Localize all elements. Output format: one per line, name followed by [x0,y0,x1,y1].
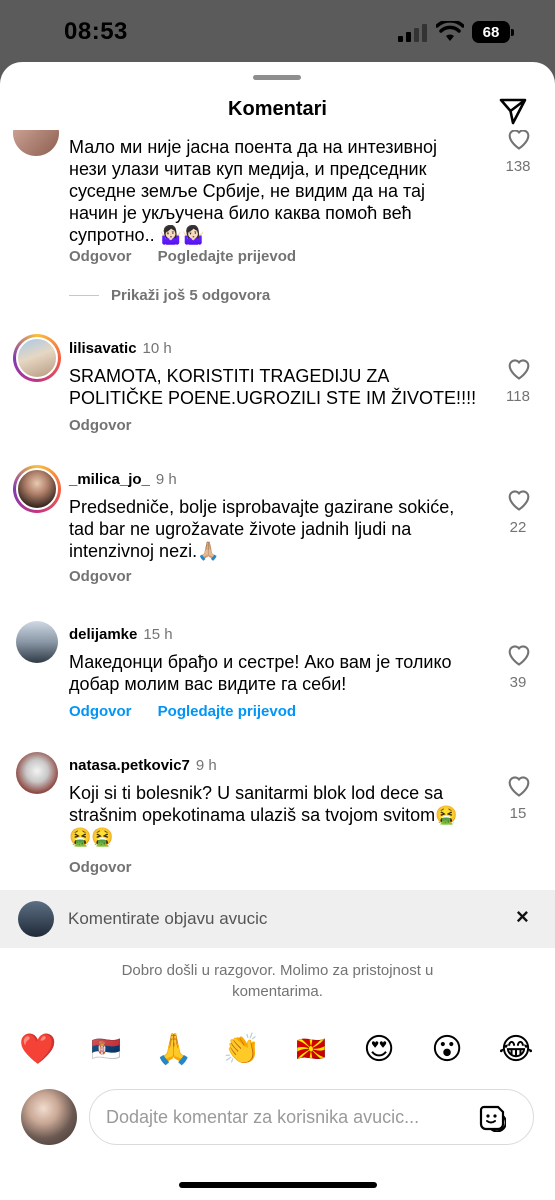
comment-avatar-story-ring[interactable] [13,334,61,382]
emoji-flag-serbia[interactable]: 🇷🇸 [86,1030,126,1070]
emoji-clapping[interactable]: 👏 [222,1030,262,1070]
comment-time: 10 h [142,340,172,357]
sheet-grab-handle[interactable] [253,75,301,80]
replying-to-text: Komentirate objavu avucic [68,909,268,928]
sticker-icon[interactable] [478,1104,506,1132]
comment-text: Македонци брађо и сестре! Ако вам је тол… [69,652,452,694]
comments-sheet: Komentari Мало ми није јасна поента да н… [0,62,555,1200]
like-count: 118 [506,388,530,405]
like-count: 15 [509,805,527,822]
like-count: 22 [509,519,527,536]
share-send-icon[interactable] [498,96,528,126]
comment-avatar[interactable] [13,130,59,156]
emoji-heart[interactable]: ❤️ [18,1030,58,1070]
comment-item: delijamke 15 h Македонци брађо и сестре! … [0,618,555,728]
reply-button[interactable]: Odgovor [69,859,132,876]
translate-button[interactable]: Pogledajte prijevod [158,703,296,720]
quick-emoji-bar: ❤️ 🇷🇸 🙏 👏 🇲🇰 😍 😮 😂 [0,1030,555,1070]
comment-username[interactable]: _milica_jo_ 9 h [69,471,177,488]
comment-avatar[interactable] [16,621,58,663]
comment-time: 9 h [155,471,177,488]
comment-item: natasa.petkovic7 9 h Koji si ti bolesnik?… [0,749,555,889]
emoji-surprised[interactable]: 😮 [427,1030,467,1070]
cellular-signal-icon [398,24,427,42]
reply-button[interactable]: Odgovor [69,568,132,585]
comment-text: Koji si ti bolesnik? U sanitarmi blok lo… [69,783,458,847]
sheet-title: Komentari [228,98,327,120]
welcome-notice: Dobro došli u razgovor. Molimo za pristo… [121,962,434,1000]
translate-button[interactable]: Pogledajte prijevod [158,248,296,265]
comment-avatar-story-ring[interactable] [13,465,61,513]
comment-input-box[interactable] [89,1089,534,1145]
status-bar: 08:53 68 [0,0,555,65]
comment-time: 9 h [195,757,217,774]
like-heart-icon[interactable] [505,640,533,668]
comment-item: _milica_jo_ 9 h Predsedniče, bolje isprob… [0,463,555,593]
reply-button[interactable]: Odgovor [69,417,132,434]
battery-level: 68 [482,23,500,41]
like-count: 138 [505,158,531,175]
reply-button[interactable]: Odgovor [69,248,132,265]
like-count: 39 [509,674,527,691]
emoji-folded-hands[interactable]: 🙏 [154,1030,194,1070]
post-author-avatar [18,901,54,937]
comment-item: lilisavatic 10 h SRAMOTA, KORISTITI TRAGE… [0,332,555,442]
current-user-avatar [21,1089,77,1145]
like-heart-icon[interactable] [505,130,533,152]
comment-text: Predsedniče, bolje isprobavajte gazirane… [69,497,455,561]
comment-actions: Odgovor [69,568,154,585]
comments-list: Мало ми није јасна поента да на интезивн… [0,130,555,890]
home-indicator[interactable] [179,1182,377,1188]
reply-button[interactable]: Odgovor [69,703,132,720]
comment-avatar[interactable] [16,752,58,794]
comment-item: Мало ми није јасна поента да на интезивн… [0,130,555,296]
close-icon[interactable]: × [516,904,529,930]
comment-composer [0,1084,555,1154]
comment-actions: Odgovor Pogledajte prijevod [69,248,318,265]
status-time: 08:53 [64,18,128,45]
wifi-icon [436,21,464,41]
comment-username[interactable]: lilisavatic 10 h [69,340,172,357]
comment-username[interactable]: natasa.petkovic7 9 h [69,757,217,774]
battery-icon: 68 [472,21,514,43]
like-heart-icon[interactable] [505,485,533,513]
emoji-heart-eyes[interactable]: 😍 [359,1030,399,1070]
replying-to-bar: Komentirate objavu avucic × [0,890,555,948]
comment-input[interactable] [106,1090,466,1144]
like-heart-icon[interactable] [505,354,533,382]
view-more-replies[interactable]: Prikaži još 5 odgovora [69,287,270,304]
comment-username[interactable]: delijamke 15 h [69,626,173,643]
comment-text: Мало ми није јасна поента да на интезивн… [69,137,438,245]
emoji-flag-north-macedonia[interactable]: 🇲🇰 [291,1030,331,1070]
comment-text: SRAMOTA, KORISTITI TRAGEDIJU ZA POLITIČK… [69,366,477,408]
like-heart-icon[interactable] [505,771,533,799]
comment-actions: Odgovor [69,859,154,876]
emoji-laughing[interactable]: 😂 [496,1030,536,1070]
comment-actions: Odgovor [69,417,154,434]
comment-time: 15 h [143,626,173,643]
comment-actions: Odgovor Pogledajte prijevod [69,703,318,720]
